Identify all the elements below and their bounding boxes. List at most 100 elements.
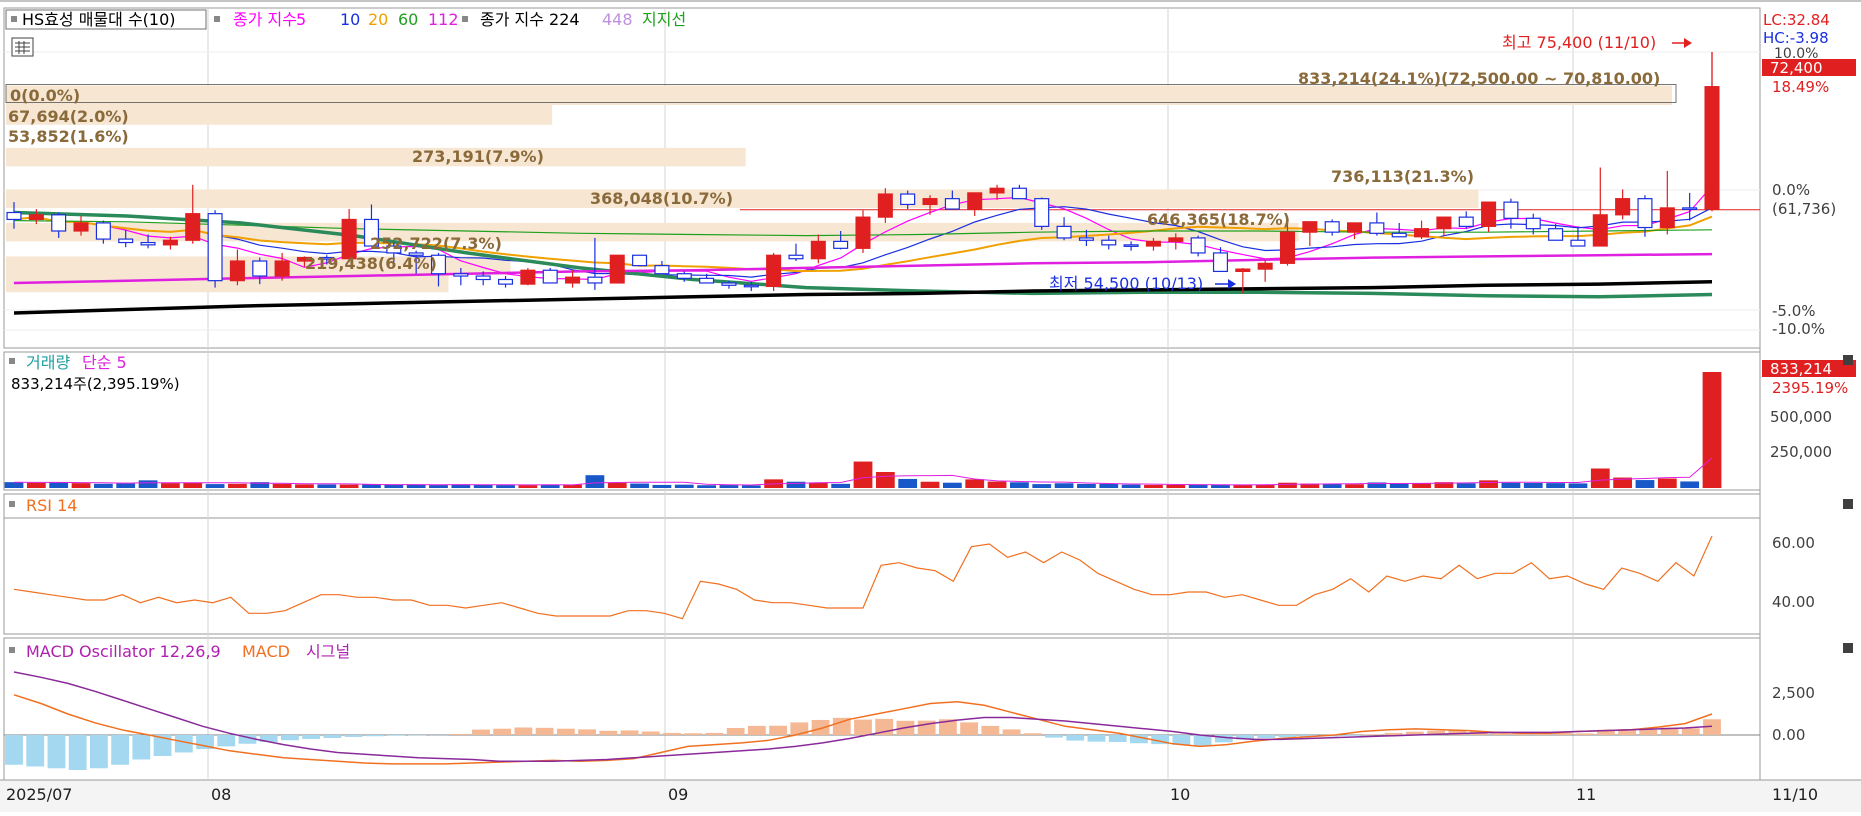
stock-chart-window: 0(0.0%)67,694(2.0%)53,852(1.6%)273,191(7… [0, 0, 1861, 812]
candle-body [990, 188, 1004, 193]
volume-bar [228, 484, 247, 488]
volume-bar [608, 483, 627, 488]
macd-oscillator-bar [90, 735, 108, 768]
candle-body [29, 215, 43, 220]
ma-10-label: 10 [340, 10, 360, 29]
candle-body [119, 239, 133, 242]
macd-oscillator-bar [536, 728, 554, 735]
macd-oscillator-bar [345, 735, 363, 737]
candle-body [789, 255, 803, 258]
candle-body [1370, 223, 1384, 233]
macd-oscillator-bar [1342, 735, 1360, 736]
volume-bar [116, 484, 135, 488]
volume-readout: 833,214주(2,395.19%) [11, 375, 180, 393]
ma-448-label: 448 [602, 10, 633, 29]
macd-oscillator-bar [132, 735, 150, 760]
volume-bar [5, 482, 24, 488]
candle-body [968, 193, 982, 209]
volume-bar [1546, 483, 1565, 488]
macd-oscillator-bar [5, 735, 23, 765]
macd-oscillator-bar [1682, 728, 1700, 735]
volume-bar [1658, 479, 1677, 488]
volume-current: 833,214 [1770, 360, 1832, 378]
macd-oscillator-bar [1363, 734, 1381, 735]
rsi-label: RSI 14 [26, 496, 77, 515]
macd-oscillator-bar [1257, 735, 1275, 738]
volume-bar [1703, 372, 1722, 488]
volume-bar [1680, 481, 1699, 488]
volume-bar [1636, 480, 1655, 488]
candle-body [1169, 238, 1183, 241]
macd-oscillator-bar [217, 735, 235, 746]
candle-body [230, 261, 244, 281]
candle-body [610, 255, 624, 283]
candle-body [499, 279, 513, 284]
macd-oscillator-bar [960, 722, 978, 735]
candle-body [1526, 218, 1540, 228]
candle-body [1258, 263, 1272, 269]
volume-bar [317, 485, 336, 488]
volume-bar [1144, 485, 1163, 488]
macd-oscillator-bar [1088, 735, 1106, 742]
macd-oscillator-bar [812, 720, 830, 735]
volume-bar [1390, 484, 1409, 488]
volume-profile-label: 252,722(7.3%) [370, 234, 502, 253]
volume-bar [988, 482, 1007, 488]
volume-profile-label: 219,438(6.4%) [305, 254, 437, 273]
macd-oscillator-bar [557, 729, 575, 735]
candle-body [1392, 233, 1406, 236]
macd-oscillator-bar [854, 720, 872, 735]
volume-bar [94, 484, 113, 488]
high-label: 최고 75,400 (11/10) [1502, 33, 1656, 52]
ma-224-label: 종가 지수 224 [480, 10, 580, 29]
volume-label: 거래량 [26, 353, 70, 372]
volume-bar [1122, 485, 1141, 488]
candle-body [856, 217, 870, 248]
candle-body [655, 266, 669, 274]
lc-label: LC:32.84 [1763, 11, 1830, 29]
volume-bar [1524, 483, 1543, 488]
candle-body [52, 215, 66, 231]
macd-oscillator-bar [748, 726, 766, 735]
stock-label: HS효성 매물대 수(10) [22, 10, 176, 29]
volume-profile-band [6, 148, 746, 166]
volume-bar [273, 484, 292, 488]
candle-body [566, 277, 580, 283]
minus10-label: -10.0% [1772, 320, 1825, 338]
x-label-2025-07: 2025/07 [6, 785, 72, 804]
macd-oscillator-bar [451, 734, 469, 735]
macd-oscillator-bar [981, 726, 999, 735]
macd-oscillator-bar [1639, 730, 1657, 735]
candle-body [1705, 87, 1719, 209]
volume-bar [1479, 480, 1498, 488]
volume-bar [787, 482, 806, 488]
candle-body [1482, 202, 1496, 226]
candle-body [163, 240, 177, 245]
candle-body [1348, 223, 1362, 232]
macd-oscillator-bar [599, 731, 617, 735]
candle-body [253, 261, 267, 276]
candle-body [878, 194, 892, 217]
candle-body [1303, 222, 1317, 232]
candle-body [476, 276, 490, 279]
volume-tick-500k: 500,000 [1770, 408, 1832, 426]
candle-body [1616, 199, 1630, 215]
volume-bar [429, 485, 448, 488]
candle-body [1325, 222, 1339, 232]
volume-bar [295, 484, 314, 488]
macd-oscillator-bar [302, 735, 320, 739]
volume-bar [921, 482, 940, 488]
current-price: 72,400 [1770, 59, 1823, 77]
chart-canvas[interactable]: 0(0.0%)67,694(2.0%)53,852(1.6%)273,191(7… [0, 0, 1861, 812]
macd-oscillator-bar [1066, 735, 1084, 741]
ma-label: 종가 지수 [233, 10, 297, 29]
volume-profile-band [6, 189, 1478, 207]
volume-profile-label: 0(0.0%) [10, 86, 80, 105]
x-label-right: 11/10 [1772, 785, 1818, 804]
volume-profile-label: 67,694(2.0%) [8, 107, 129, 126]
macd-oscillator-bar [514, 727, 532, 735]
volume-bar [1591, 469, 1610, 488]
candle-body [1191, 238, 1205, 253]
volume-bar [898, 479, 917, 488]
candle-body [141, 243, 155, 245]
